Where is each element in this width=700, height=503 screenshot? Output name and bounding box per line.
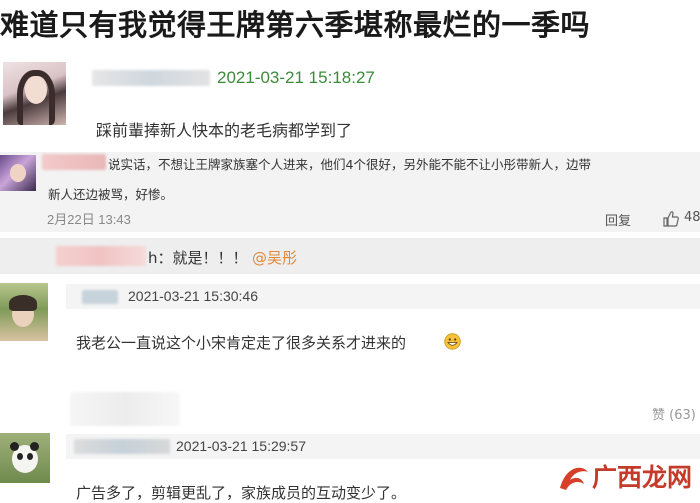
- reply-block: h：就是！！！ @吴彤: [0, 238, 700, 274]
- user-avatar[interactable]: [3, 62, 66, 125]
- blurred-image: [70, 392, 180, 426]
- dragon-logo-icon: [560, 467, 588, 490]
- user-avatar[interactable]: [0, 433, 50, 483]
- blurred-username: [92, 70, 210, 86]
- blurred-username: [42, 154, 106, 170]
- avatar-hair: [17, 70, 55, 125]
- page-title: 难道只有我觉得王牌第六季堪称最烂的一季吗: [0, 8, 591, 42]
- mention-link[interactable]: @吴彤: [252, 247, 297, 268]
- like-count: 48: [684, 210, 700, 225]
- comment-text: 我老公一直说这个小宋肯定走了很多关系才进来的: [76, 334, 407, 352]
- comment-text: 广告多了，剪辑更乱了，家族成员的互动变少了。: [76, 484, 407, 502]
- avatar-hair: [9, 295, 37, 311]
- comment-date: 2月22日 13:43: [47, 212, 131, 227]
- comment-text-line-1: 说实话，不想让王牌家族塞个人进来，他们4个很好，另外能不能不让小彤带新人，边带: [108, 157, 591, 172]
- avatar-face: [10, 164, 26, 182]
- avatar-panda-ear: [30, 442, 39, 451]
- watermark-text: 广西龙网: [592, 463, 693, 492]
- comment-timestamp: 2021-03-21 15:30:46: [128, 288, 258, 304]
- comment-timestamp: 2021-03-21 15:29:57: [176, 438, 306, 454]
- comment-timestamp: 2021-03-21 15:18:27: [217, 68, 375, 87]
- comment-2-panel: 说实话，不想让王牌家族塞个人进来，他们4个很好，另外能不能不让小彤带新人，边带 …: [0, 152, 700, 232]
- comment-text-line-2: 新人还边被骂，好惨。: [48, 187, 174, 202]
- reply-button[interactable]: 回复: [605, 210, 631, 229]
- avatar-panda-eye: [17, 453, 23, 460]
- avatar-panda-ear: [10, 442, 19, 451]
- grinning-emoji-icon: [444, 333, 461, 350]
- blurred-username: [74, 439, 170, 454]
- user-avatar[interactable]: [0, 155, 36, 191]
- blurred-username: [82, 290, 118, 304]
- user-avatar[interactable]: [0, 283, 48, 341]
- blurred-username: [56, 246, 146, 266]
- avatar-panda-eye: [27, 453, 33, 460]
- comment-text: 踩前輩捧新人快本的老毛病都学到了: [96, 121, 353, 140]
- like-button[interactable]: 赞 (63): [652, 404, 696, 423]
- thumbs-up-icon[interactable]: [662, 210, 680, 228]
- reply-text: h：就是！！！: [148, 249, 248, 267]
